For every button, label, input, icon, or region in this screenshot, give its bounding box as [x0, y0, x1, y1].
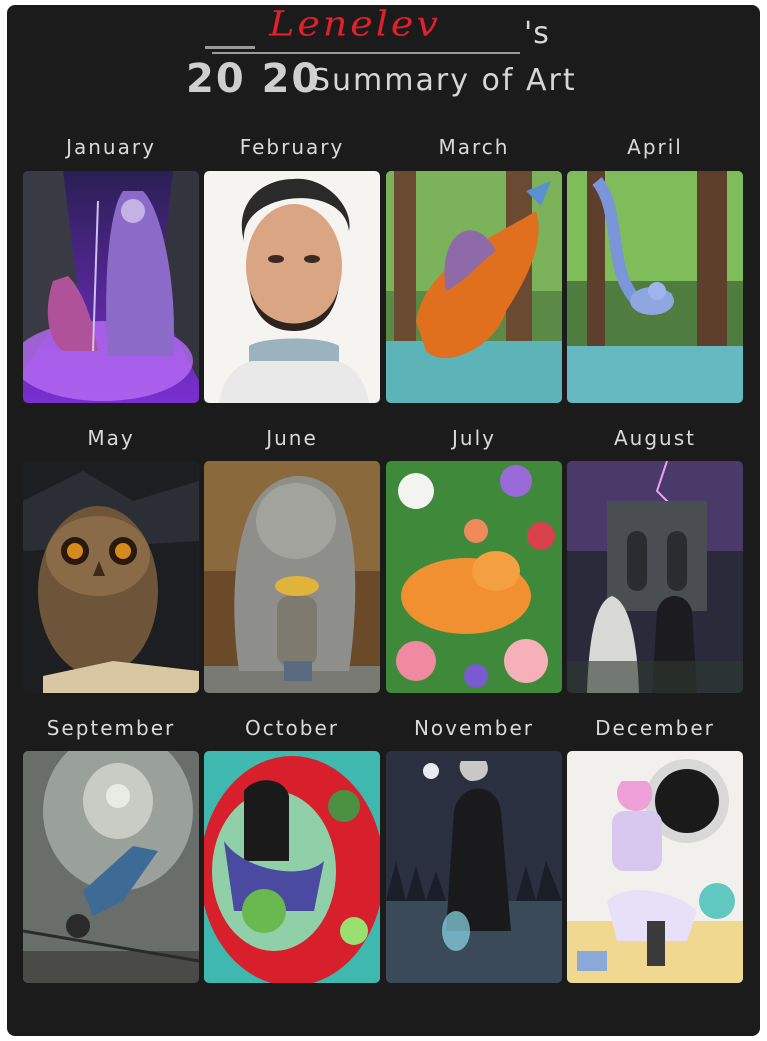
artwork-september[interactable] [23, 751, 199, 983]
artwork-march[interactable] [386, 171, 562, 403]
month-label-april: April [627, 135, 683, 159]
month-label-august: August [614, 426, 696, 450]
possessive-suffix: 's [524, 16, 550, 51]
artwork-may[interactable] [23, 461, 199, 693]
signature-underline [212, 52, 520, 54]
artwork-july[interactable] [386, 461, 562, 693]
month-label-march: March [438, 135, 510, 159]
artwork-february[interactable] [204, 171, 380, 403]
artist-signature: Lenelev [269, 4, 441, 44]
month-label-december: December [595, 716, 715, 740]
header: Lenelev 's 20 20 Summary of Art [0, 0, 767, 110]
signature-stroke [205, 46, 255, 49]
month-label-january: January [66, 135, 156, 159]
artwork-january[interactable] [23, 171, 199, 403]
month-label-july: July [452, 426, 496, 450]
artwork-august[interactable] [567, 461, 743, 693]
month-label-may: May [87, 426, 135, 450]
year-label: 20 20 [186, 56, 322, 102]
artwork-april[interactable] [567, 171, 743, 403]
summary-title: Summary of Art [311, 63, 577, 98]
month-label-june: June [266, 426, 318, 450]
artwork-november[interactable] [386, 751, 562, 983]
month-label-february: February [239, 135, 345, 159]
artwork-june[interactable] [204, 461, 380, 693]
month-label-october: October [244, 716, 340, 740]
month-label-september: September [46, 716, 176, 740]
month-label-november: November [413, 716, 535, 740]
artwork-december[interactable] [567, 751, 743, 983]
artwork-october[interactable] [204, 751, 380, 983]
